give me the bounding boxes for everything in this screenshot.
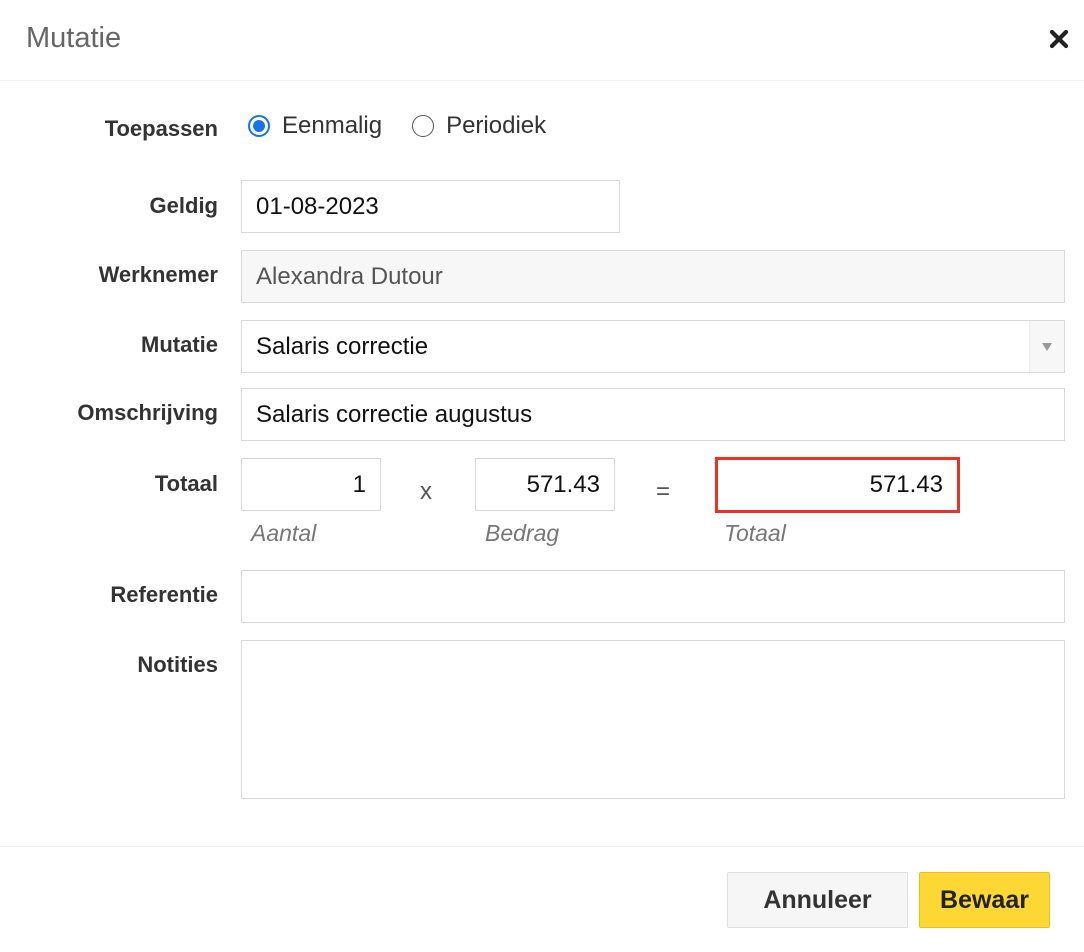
- omschrijving-value: Salaris correctie augustus: [256, 400, 533, 428]
- mutatie-select[interactable]: Salaris correctie: [241, 320, 1065, 373]
- geldig-label: Geldig: [149, 193, 218, 218]
- radio-eenmalig-label: Eenmalig: [282, 112, 383, 139]
- werknemer-label: Werknemer: [98, 262, 218, 287]
- chevron-down-icon: [1042, 342, 1052, 351]
- bedrag-value: 571.43: [526, 470, 600, 498]
- aantal-input[interactable]: 1: [241, 458, 381, 511]
- notities-label: Notities: [137, 652, 218, 677]
- select-arrow[interactable]: [1029, 321, 1064, 372]
- radio-periodiek-label: Periodiek: [446, 112, 547, 139]
- referentie-input[interactable]: [241, 570, 1065, 623]
- radio-eenmalig-circle[interactable]: [248, 115, 270, 137]
- omschrijving-label: Omschrijving: [77, 400, 218, 425]
- cancel-button[interactable]: Annuleer: [727, 872, 908, 928]
- mutatie-label: Mutatie: [141, 332, 218, 357]
- dialog-title: Mutatie: [26, 22, 122, 54]
- close-button[interactable]: [1046, 24, 1072, 54]
- bedrag-hint: Bedrag: [485, 520, 560, 546]
- bedrag-input[interactable]: 571.43: [475, 458, 615, 511]
- totaal-input[interactable]: 571.43: [715, 457, 960, 513]
- equals-operator: =: [656, 478, 671, 505]
- geldig-value: 01-08-2023: [256, 192, 379, 220]
- save-button[interactable]: Bewaar: [919, 872, 1050, 928]
- omschrijving-input[interactable]: Salaris correctie augustus: [241, 388, 1065, 441]
- radio-periodiek-circle[interactable]: [412, 115, 435, 137]
- geldig-date-input[interactable]: 01-08-2023: [241, 180, 620, 233]
- toepassen-radio-group: Eenmalig Periodiek: [248, 112, 546, 140]
- dialog-header: Mutatie: [0, 0, 1084, 81]
- notities-textarea[interactable]: [241, 640, 1065, 799]
- toepassen-label: Toepassen: [104, 116, 218, 141]
- radio-periodiek[interactable]: Periodiek: [412, 112, 546, 140]
- aantal-hint: Aantal: [251, 520, 317, 546]
- referentie-label: Referentie: [110, 582, 218, 607]
- aantal-value: 1: [352, 470, 366, 498]
- totaal-value: 571.43: [869, 471, 943, 498]
- werknemer-value: Alexandra Dutour: [256, 262, 443, 290]
- multiply-operator: x: [420, 478, 432, 505]
- radio-eenmalig[interactable]: Eenmalig: [248, 112, 382, 140]
- close-icon: [1049, 29, 1069, 49]
- totaal-hint: Totaal: [724, 520, 786, 546]
- mutatie-value: Salaris correctie: [256, 332, 429, 360]
- werknemer-field: Alexandra Dutour: [241, 250, 1065, 303]
- dialog-footer: Annuleer Bewaar: [0, 846, 1084, 952]
- mutatie-dialog: Mutatie Toepassen Eenmalig Periodiek Gel…: [0, 0, 1084, 952]
- totaal-label: Totaal: [154, 471, 218, 496]
